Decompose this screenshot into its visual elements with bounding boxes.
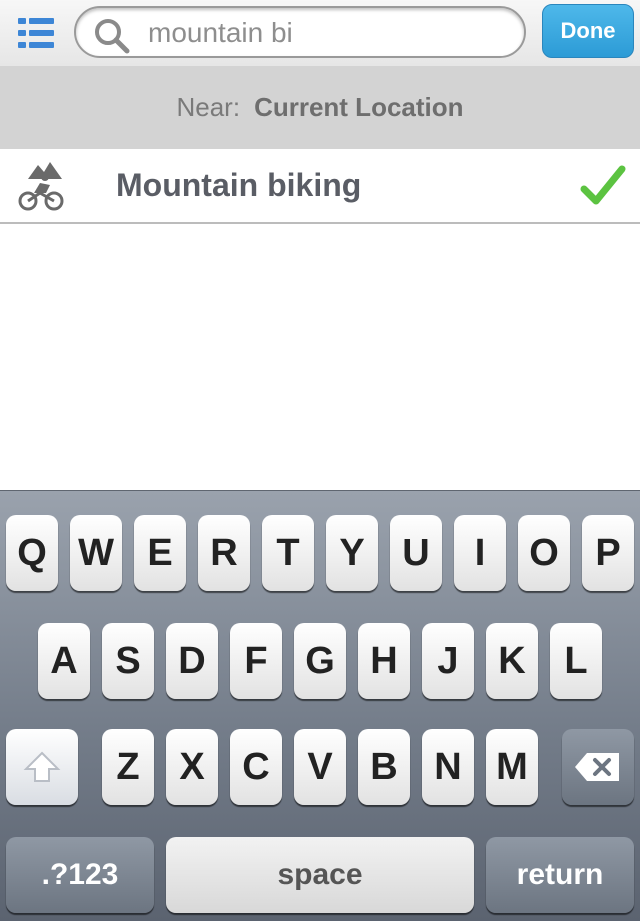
backspace-icon: [575, 753, 619, 781]
key-p[interactable]: P: [582, 515, 634, 591]
result-label: Mountain biking: [116, 167, 362, 203]
key-k[interactable]: K: [486, 623, 538, 699]
key-c[interactable]: C: [230, 729, 282, 805]
key-b[interactable]: B: [358, 729, 410, 805]
key-a[interactable]: A: [38, 623, 90, 699]
key-h[interactable]: H: [358, 623, 410, 699]
key-r[interactable]: R: [198, 515, 250, 591]
key-w[interactable]: W: [70, 515, 122, 591]
checkmark-icon: [580, 165, 626, 205]
search-box[interactable]: [74, 6, 526, 58]
near-label: Near:: [176, 92, 241, 122]
mountain-biking-icon: [18, 162, 64, 211]
numbers-key[interactable]: .?123: [6, 837, 154, 913]
done-button[interactable]: Done: [542, 4, 634, 58]
space-key[interactable]: space: [166, 837, 474, 913]
key-i[interactable]: I: [454, 515, 506, 591]
near-location-value[interactable]: Current Location: [254, 92, 463, 123]
return-key[interactable]: return: [486, 837, 634, 913]
key-x[interactable]: X: [166, 729, 218, 805]
keyboard: Q W E R T Y U I O P A S D F G H J K L Z …: [0, 490, 640, 921]
key-v[interactable]: V: [294, 729, 346, 805]
key-l[interactable]: L: [550, 623, 602, 699]
search-input[interactable]: [148, 14, 508, 52]
key-q[interactable]: Q: [6, 515, 58, 591]
key-s[interactable]: S: [102, 623, 154, 699]
key-z[interactable]: Z: [102, 729, 154, 805]
key-t[interactable]: T: [262, 515, 314, 591]
shift-key[interactable]: [6, 729, 78, 805]
key-m[interactable]: M: [486, 729, 538, 805]
top-bar: Done: [0, 0, 640, 67]
near-location-bar[interactable]: Near: Current Location: [0, 66, 640, 149]
key-g[interactable]: G: [294, 623, 346, 699]
backspace-key[interactable]: [562, 729, 634, 805]
list-view-icon[interactable]: [14, 14, 58, 52]
search-icon: [95, 19, 130, 54]
key-o[interactable]: O: [518, 515, 570, 591]
key-e[interactable]: E: [134, 515, 186, 591]
list-item[interactable]: Mountain biking: [0, 149, 640, 224]
key-j[interactable]: J: [422, 623, 474, 699]
key-d[interactable]: D: [166, 623, 218, 699]
key-f[interactable]: F: [230, 623, 282, 699]
shift-arrow-icon: [23, 751, 61, 782]
key-n[interactable]: N: [422, 729, 474, 805]
key-y[interactable]: Y: [326, 515, 378, 591]
key-u[interactable]: U: [390, 515, 442, 591]
